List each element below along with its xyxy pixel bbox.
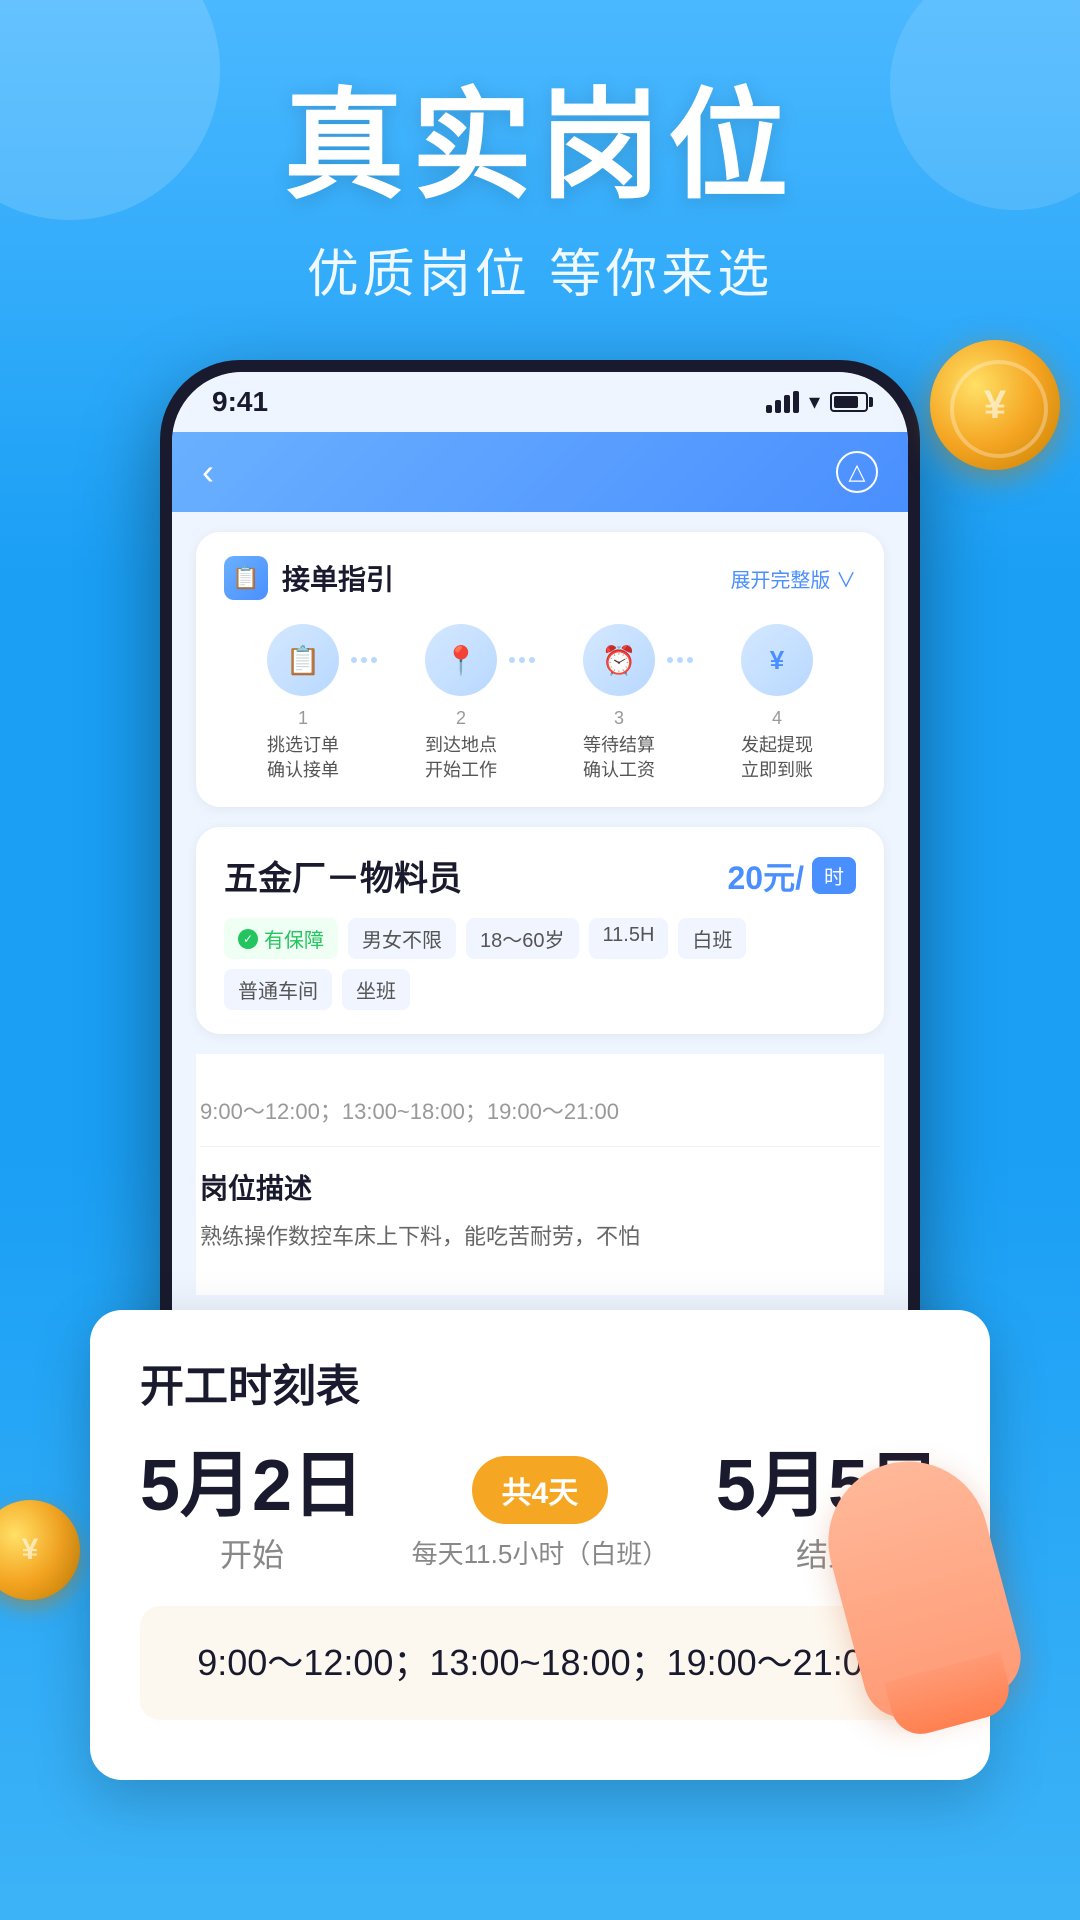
job-card: 五金厂－物料员 20元/ 时 ✓ 有保障 男女不限 18～60岁 11.5H 白… — [196, 827, 884, 1034]
step-2-num: 2 — [456, 708, 466, 729]
back-button[interactable]: ‹ — [202, 451, 214, 493]
job-desc-title: 岗位描述 — [200, 1147, 880, 1219]
tag-seating: 坐班 — [342, 969, 410, 1010]
signal-bar-3 — [784, 395, 790, 413]
start-date: 5月2日 — [140, 1450, 364, 1522]
status-bar: 9:41 ▾ — [172, 372, 908, 432]
dot — [667, 657, 673, 663]
dot — [361, 657, 367, 663]
phone-bottom-content: 9:00～12:00；13:00~18:00；19:00～21:00 岗位描述 … — [196, 1054, 884, 1294]
date-divider: 共4天 每天11.5小时（白班） — [412, 1456, 669, 1571]
schedule-title: 开工时刻表 — [140, 1350, 940, 1414]
job-desc-text: 熟练操作数控车床上下料，能吃苦耐劳，不怕 — [200, 1219, 880, 1274]
dot — [677, 657, 683, 663]
job-wage: 20元/ 时 — [728, 853, 857, 899]
schedule-dates: 5月2日 开始 共4天 每天11.5小时（白班） 5月5日 结束 — [140, 1450, 940, 1576]
coin-decoration-right: ¥ — [930, 340, 1060, 470]
step-4-icon: ¥ — [741, 624, 813, 696]
battery-icon — [830, 392, 868, 412]
main-title: 真实岗位 — [0, 80, 1080, 212]
dot — [529, 657, 535, 663]
tag-shift: 白班 — [678, 918, 746, 959]
dot — [687, 657, 693, 663]
alert-button[interactable]: △ — [836, 451, 878, 493]
wage-unit: 时 — [812, 857, 856, 894]
signal-icon — [766, 391, 799, 413]
guide-card-header: 📋 接单指引 展开完整版 ∨ — [224, 556, 856, 600]
dot — [509, 657, 515, 663]
days-badge: 共4天 — [472, 1456, 609, 1524]
wage-amount: 20元/ — [728, 853, 805, 899]
tag-gender: 男女不限 — [348, 918, 456, 959]
schedule-times: 9:00～12:00；13:00~18:00；19:00～21:00 — [140, 1606, 940, 1720]
step-3-dots — [667, 657, 693, 663]
step-2-icon: 📍 — [425, 624, 497, 696]
step-4-num: 4 — [772, 708, 782, 729]
guide-card: 📋 接单指引 展开完整版 ∨ 📋 — [196, 532, 884, 807]
dot — [351, 657, 357, 663]
signal-bar-1 — [766, 405, 772, 413]
step-1: 📋 1 挑选订单确认接单 — [224, 624, 382, 783]
start-date-item: 5月2日 开始 — [140, 1450, 364, 1576]
header-section: 真实岗位 优质岗位 等你来选 — [0, 80, 1080, 307]
job-title: 五金厂－物料员 — [224, 851, 462, 900]
check-icon: ✓ — [238, 929, 258, 949]
step-4-text: 发起提现立即到账 — [741, 733, 813, 783]
phone-nav: ‹ △ — [172, 432, 908, 512]
step-3-text: 等待结算确认工资 — [583, 733, 655, 783]
hand-illustration — [840, 1460, 1020, 1740]
job-tags: ✓ 有保障 男女不限 18～60岁 11.5H 白班 普通车间 坐班 — [224, 918, 856, 1010]
signal-bar-2 — [775, 400, 781, 413]
continuation-times: 9:00～12:00；13:00~18:00；19:00～21:00 — [200, 1074, 880, 1147]
steps-row: 📋 1 挑选订单确认接单 📍 — [224, 624, 856, 783]
guide-title: 接单指引 — [282, 558, 394, 598]
step-3: ⏰ 3 等待结算确认工资 — [540, 624, 698, 783]
step-2-text: 到达地点开始工作 — [425, 733, 497, 783]
status-icons: ▾ — [766, 389, 868, 415]
expand-button[interactable]: 展开完整版 ∨ — [730, 564, 856, 593]
tag-workshop: 普通车间 — [224, 969, 332, 1010]
step-2-dots — [509, 657, 535, 663]
battery-fill — [834, 396, 858, 408]
daily-desc: 每天11.5小时（白班） — [412, 1534, 669, 1571]
tag-guaranteed-text: 有保障 — [264, 924, 324, 953]
step-4: ¥ 4 发起提现立即到账 — [698, 624, 856, 783]
sub-title: 优质岗位 等你来选 — [0, 232, 1080, 307]
job-card-header: 五金厂－物料员 20元/ 时 — [224, 851, 856, 900]
step-1-icon: 📋 — [267, 624, 339, 696]
tag-guaranteed: ✓ 有保障 — [224, 918, 338, 959]
tag-hours: 11.5H — [589, 918, 669, 959]
tag-age: 18～60岁 — [466, 918, 579, 959]
step-3-num: 3 — [614, 708, 624, 729]
wifi-icon: ▾ — [809, 389, 820, 415]
step-1-text: 挑选订单确认接单 — [267, 733, 339, 783]
guide-icon: 📋 — [224, 556, 268, 600]
status-time: 9:41 — [212, 386, 268, 418]
guide-title-wrap: 📋 接单指引 — [224, 556, 394, 600]
hand-shape — [810, 1444, 1029, 1727]
step-3-icon: ⏰ — [583, 624, 655, 696]
step-1-num: 1 — [298, 708, 308, 729]
dot — [371, 657, 377, 663]
start-label: 开始 — [220, 1530, 284, 1576]
dot — [519, 657, 525, 663]
step-2: 📍 2 到达地点开始工作 — [382, 624, 540, 783]
signal-bar-4 — [793, 391, 799, 413]
step-1-dots — [351, 657, 377, 663]
